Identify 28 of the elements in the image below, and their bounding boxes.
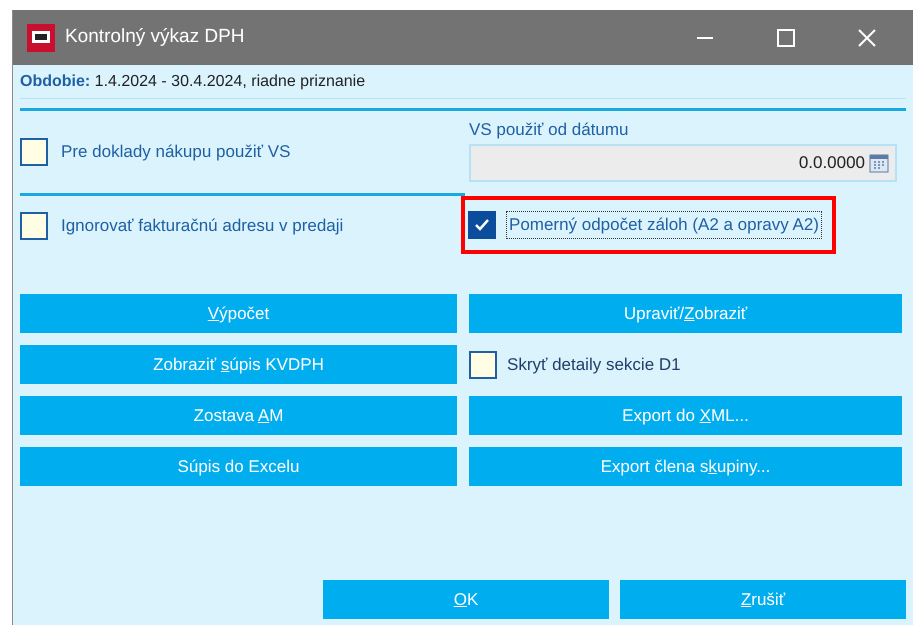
field-label: VS použiť od dátumu [469,119,630,141]
checkbox[interactable] [469,350,497,378]
app-logo-icon [27,24,55,52]
checkbox-label: Ignorovať fakturačnú adresu v predaji [60,215,344,238]
action-button[interactable]: Export člena skupiny... [469,447,902,486]
checkbox[interactable] [20,138,48,166]
action-button[interactable]: Súpis do Excelu [20,447,457,486]
action-button[interactable]: Upraviť/Zobraziť [469,294,902,333]
dialog-button[interactable]: OK [323,580,609,619]
minimize-icon [697,36,713,38]
checkbox[interactable] [468,211,496,239]
maximize-icon [777,28,795,46]
window-title: Kontrolný výkaz DPH [65,25,245,50]
checkmark-icon [474,218,490,232]
calendar-icon[interactable] [869,153,889,173]
action-button[interactable]: Zobraziť súpis KVDPH [20,345,457,384]
action-button[interactable]: Export do XML... [469,396,902,435]
checkbox-label: Pre doklady nákupu použiť VS [60,141,292,164]
checkbox-label: Pomerný odpočet záloh (A2 a opravy A2) [506,211,822,239]
date-field[interactable]: 0.0.0000 [469,144,897,182]
close-icon [858,28,876,46]
period-text: Obdobie: 1.4.2024 - 30.4.2024, riadne priznanie [20,72,366,92]
date-value: 0.0.0000 [798,152,865,174]
action-button[interactable]: Zostava AM [20,396,457,435]
dialog-button[interactable]: Zrušiť [620,580,906,619]
checkbox-label: Skryť detaily sekcie D1 [507,354,681,376]
checkbox[interactable] [20,212,48,240]
action-button[interactable]: Výpočet [20,294,457,333]
